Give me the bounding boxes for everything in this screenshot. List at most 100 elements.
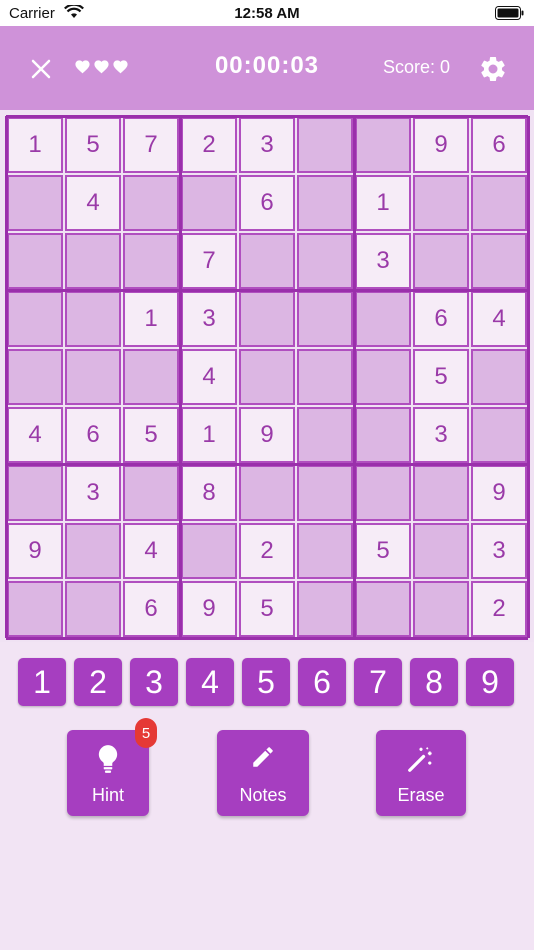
sudoku-cell-r2c6[interactable] — [297, 175, 353, 231]
sudoku-cell-r2c8[interactable] — [413, 175, 469, 231]
close-icon — [31, 59, 51, 79]
sudoku-cell-r6c3[interactable]: 5 — [123, 407, 179, 463]
sudoku-cell-r9c9[interactable]: 2 — [471, 581, 527, 637]
sudoku-cell-r9c2[interactable] — [65, 581, 121, 637]
sudoku-cell-r6c4[interactable]: 1 — [181, 407, 237, 463]
sudoku-cell-r4c3[interactable]: 1 — [123, 291, 179, 347]
sudoku-cell-r3c2[interactable] — [65, 233, 121, 289]
sudoku-cell-r6c2[interactable]: 6 — [65, 407, 121, 463]
sudoku-cell-r3c7[interactable]: 3 — [355, 233, 411, 289]
sudoku-cell-r7c2[interactable]: 3 — [65, 465, 121, 521]
hint-label: Hint — [91, 785, 124, 805]
sudoku-cell-r7c9[interactable]: 9 — [471, 465, 527, 521]
sudoku-cell-r1c4[interactable]: 2 — [181, 117, 237, 173]
sudoku-cell-r7c5[interactable] — [239, 465, 295, 521]
sudoku-cell-r8c9[interactable]: 3 — [471, 523, 527, 579]
sudoku-cell-r8c4[interactable] — [181, 523, 237, 579]
sudoku-cell-r8c6[interactable] — [297, 523, 353, 579]
sudoku-cell-r8c1[interactable]: 9 — [7, 523, 63, 579]
sudoku-cell-r3c4[interactable]: 7 — [181, 233, 237, 289]
sudoku-cell-r8c5[interactable]: 2 — [239, 523, 295, 579]
sudoku-cell-r6c8[interactable]: 3 — [413, 407, 469, 463]
sudoku-cell-r9c3[interactable]: 6 — [123, 581, 179, 637]
sudoku-cell-r3c1[interactable] — [7, 233, 63, 289]
sudoku-cell-r2c5[interactable]: 6 — [239, 175, 295, 231]
number-key-2[interactable]: 2 — [74, 658, 122, 706]
sudoku-cell-r6c9[interactable] — [471, 407, 527, 463]
number-key-3[interactable]: 3 — [130, 658, 178, 706]
sudoku-cell-r9c4[interactable]: 9 — [181, 581, 237, 637]
sudoku-cell-r5c5[interactable] — [239, 349, 295, 405]
sudoku-cell-r5c6[interactable] — [297, 349, 353, 405]
sudoku-cell-r2c9[interactable] — [471, 175, 527, 231]
sudoku-cell-r4c7[interactable] — [355, 291, 411, 347]
sudoku-cell-r1c1[interactable]: 1 — [7, 117, 63, 173]
sudoku-cell-r5c4[interactable]: 4 — [181, 349, 237, 405]
sudoku-cell-r9c1[interactable] — [7, 581, 63, 637]
sudoku-cell-r8c8[interactable] — [413, 523, 469, 579]
number-key-8[interactable]: 8 — [410, 658, 458, 706]
sudoku-cell-r9c8[interactable] — [413, 581, 469, 637]
sudoku-cell-r5c3[interactable] — [123, 349, 179, 405]
number-key-6[interactable]: 6 — [298, 658, 346, 706]
sudoku-cell-r7c7[interactable] — [355, 465, 411, 521]
sudoku-cell-r2c2[interactable]: 4 — [65, 175, 121, 231]
number-key-4[interactable]: 4 — [186, 658, 234, 706]
number-key-5[interactable]: 5 — [242, 658, 290, 706]
sudoku-cell-r3c5[interactable] — [239, 233, 295, 289]
sudoku-cell-r1c3[interactable]: 7 — [123, 117, 179, 173]
sudoku-cell-r4c8[interactable]: 6 — [413, 291, 469, 347]
sudoku-cell-r4c1[interactable] — [7, 291, 63, 347]
status-bar: Carrier 12:58 AM — [0, 0, 534, 26]
sudoku-cell-r1c5[interactable]: 3 — [239, 117, 295, 173]
number-key-1[interactable]: 1 — [18, 658, 66, 706]
sudoku-cell-r9c6[interactable] — [297, 581, 353, 637]
sudoku-cell-r8c7[interactable]: 5 — [355, 523, 411, 579]
sudoku-cell-r7c1[interactable] — [7, 465, 63, 521]
sudoku-cell-r2c3[interactable] — [123, 175, 179, 231]
gear-icon — [481, 56, 505, 81]
sudoku-cell-r5c8[interactable]: 5 — [413, 349, 469, 405]
erase-button[interactable]: Erase — [376, 730, 466, 816]
sudoku-cell-r1c7[interactable] — [355, 117, 411, 173]
sudoku-cell-r4c5[interactable] — [239, 291, 295, 347]
sudoku-cell-r4c9[interactable]: 4 — [471, 291, 527, 347]
number-key-7[interactable]: 7 — [354, 658, 402, 706]
box-divider-horizontal — [6, 114, 528, 118]
box-divider-vertical — [352, 116, 356, 638]
notes-button[interactable]: Notes — [217, 730, 309, 816]
sudoku-cell-r8c3[interactable]: 4 — [123, 523, 179, 579]
sudoku-cell-r5c7[interactable] — [355, 349, 411, 405]
sudoku-cell-r1c8[interactable]: 9 — [413, 117, 469, 173]
sudoku-cell-r4c4[interactable]: 3 — [181, 291, 237, 347]
sudoku-cell-r2c4[interactable] — [181, 175, 237, 231]
sudoku-cell-r4c6[interactable] — [297, 291, 353, 347]
sudoku-cell-r3c6[interactable] — [297, 233, 353, 289]
sudoku-cell-r6c7[interactable] — [355, 407, 411, 463]
sudoku-cell-r7c3[interactable] — [123, 465, 179, 521]
number-key-9[interactable]: 9 — [466, 658, 514, 706]
sudoku-cell-r5c1[interactable] — [7, 349, 63, 405]
sudoku-cell-r1c2[interactable]: 5 — [65, 117, 121, 173]
sudoku-cell-r3c3[interactable] — [123, 233, 179, 289]
sudoku-cell-r1c6[interactable] — [297, 117, 353, 173]
sudoku-cell-r9c5[interactable]: 5 — [239, 581, 295, 637]
sudoku-cell-r5c2[interactable] — [65, 349, 121, 405]
close-button[interactable] — [28, 56, 54, 82]
settings-button[interactable] — [478, 54, 508, 84]
sudoku-cell-r5c9[interactable] — [471, 349, 527, 405]
sudoku-cell-r7c6[interactable] — [297, 465, 353, 521]
sudoku-cell-r9c7[interactable] — [355, 581, 411, 637]
sudoku-cell-r3c9[interactable] — [471, 233, 527, 289]
sudoku-cell-r3c8[interactable] — [413, 233, 469, 289]
sudoku-cell-r7c4[interactable]: 8 — [181, 465, 237, 521]
sudoku-cell-r6c6[interactable] — [297, 407, 353, 463]
sudoku-cell-r6c5[interactable]: 9 — [239, 407, 295, 463]
sudoku-cell-r1c9[interactable]: 6 — [471, 117, 527, 173]
sudoku-cell-r2c7[interactable]: 1 — [355, 175, 411, 231]
sudoku-cell-r6c1[interactable]: 4 — [7, 407, 63, 463]
sudoku-cell-r7c8[interactable] — [413, 465, 469, 521]
sudoku-cell-r8c2[interactable] — [65, 523, 121, 579]
sudoku-cell-r2c1[interactable] — [7, 175, 63, 231]
sudoku-cell-r4c2[interactable] — [65, 291, 121, 347]
